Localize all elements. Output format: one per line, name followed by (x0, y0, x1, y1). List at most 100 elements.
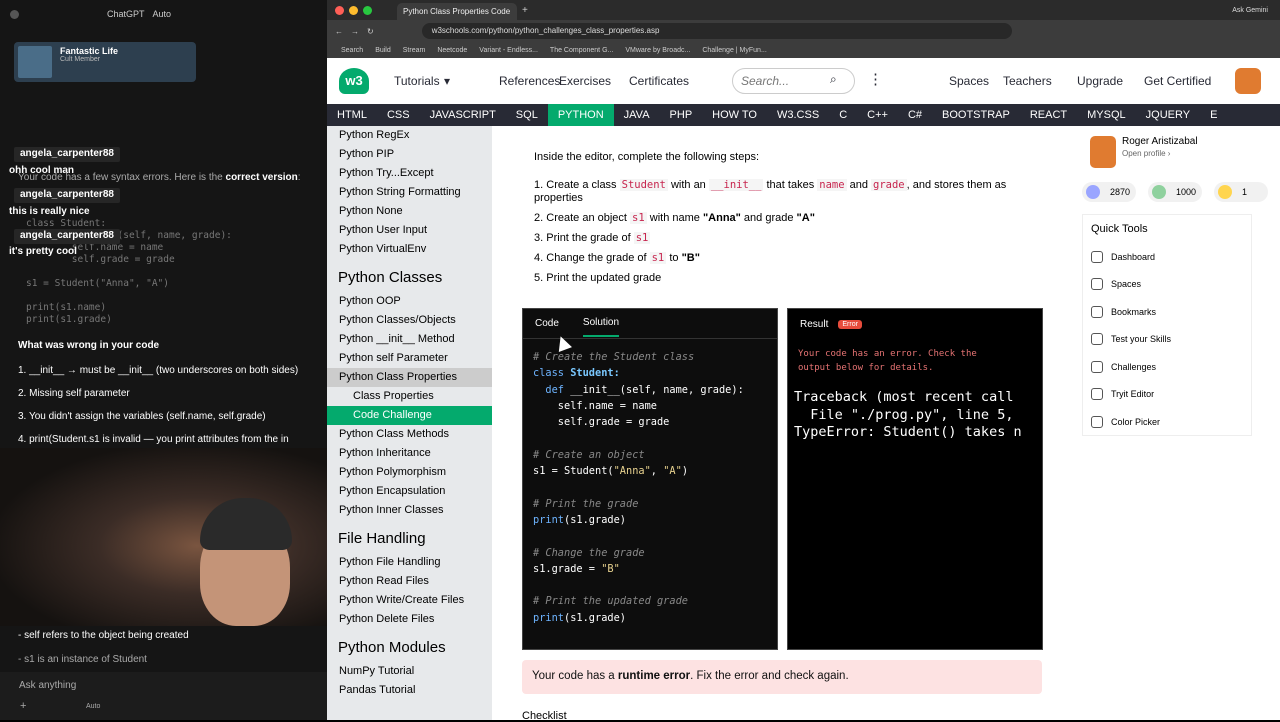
nav-exercises[interactable]: Exercises (559, 74, 611, 88)
bookmark[interactable]: VMware by Broadc... (625, 47, 690, 54)
sidebar-item[interactable]: Python Class Methods (327, 425, 492, 444)
open-profile-link[interactable]: Open profile › (1122, 149, 1198, 158)
more-icon[interactable]: ⋮ (868, 70, 883, 88)
quick-tool-test-skills[interactable]: Test your Skills (1091, 326, 1243, 354)
topnav-item[interactable]: C (829, 104, 857, 126)
topnav-item[interactable]: E (1200, 104, 1227, 126)
bookmark[interactable]: Challenge | MyFun... (702, 47, 766, 54)
sidebar-item[interactable]: Python Read Files (327, 572, 492, 591)
music-widget[interactable]: Fantastic Life Cult Member (14, 42, 196, 82)
close-window-button[interactable] (335, 5, 344, 15)
xp-badge: 2870 (1082, 182, 1136, 202)
topnav-item[interactable]: C++ (857, 104, 898, 126)
w3schools-logo[interactable]: w3 (339, 68, 369, 94)
quick-tool-challenges[interactable]: Challenges (1091, 353, 1243, 381)
bookmark[interactable]: Build (375, 47, 391, 54)
topnav-item[interactable]: BOOTSTRAP (932, 104, 1020, 126)
main-content: Inside the editor, complete the followin… (522, 126, 1043, 722)
window-dot[interactable] (10, 9, 19, 19)
topnav-item[interactable]: C# (898, 104, 932, 126)
sidebar-item[interactable]: Python RegEx (327, 126, 492, 145)
sidebar-item[interactable]: Python OOP (327, 292, 492, 311)
sidebar-item[interactable]: Python Inner Classes (327, 501, 492, 520)
sidebar-item[interactable]: Python Try...Except (327, 164, 492, 183)
sidebar-item[interactable]: Python String Formatting (327, 183, 492, 202)
quick-tool-bookmarks[interactable]: Bookmarks (1091, 298, 1243, 326)
sidebar-item[interactable]: Python Classes/Objects (327, 311, 492, 330)
right-column: Roger Aristizabal Open profile › 2870 10… (1082, 126, 1280, 720)
code-editor[interactable]: # Create the Student class class Student… (533, 349, 744, 626)
sidebar-item-expanded[interactable]: Python Class Properties (327, 368, 492, 387)
sidebar-item[interactable]: Python PIP (327, 145, 492, 164)
plus-icon[interactable]: + (20, 700, 26, 712)
forward-icon[interactable]: → (351, 27, 359, 36)
trophy-icon (1091, 360, 1103, 373)
topnav-item[interactable]: CSS (377, 104, 420, 126)
quick-tool-dashboard[interactable]: Dashboard (1091, 243, 1243, 271)
bookmark[interactable]: Neetcode (437, 47, 467, 54)
back-icon[interactable]: ← (335, 27, 343, 36)
bookmark[interactable]: Variant - Endless... (479, 47, 538, 54)
topnav-item[interactable]: HTML (327, 104, 377, 126)
search-icon[interactable]: ⌕ (830, 72, 837, 87)
new-tab-icon[interactable]: + (522, 5, 528, 16)
ask-input[interactable]: Ask anything (19, 680, 76, 691)
topnav-item[interactable]: JAVASCRIPT (420, 104, 506, 126)
reload-icon[interactable]: ↻ (367, 27, 374, 36)
ask-gemini-button[interactable]: Ask Gemini (1232, 7, 1268, 14)
address-bar[interactable]: w3schools.com/python/python_challenges_c… (421, 23, 1012, 39)
topnav-item[interactable]: REACT (1020, 104, 1077, 126)
sidebar-subitem[interactable]: Class Properties (327, 387, 492, 406)
nav-spaces[interactable]: Spaces (949, 74, 989, 88)
sidebar-item[interactable]: Python self Parameter (327, 349, 492, 368)
topnav-item[interactable]: JQUERY (1136, 104, 1200, 126)
tab-result[interactable]: Result (800, 319, 828, 330)
nav-teachers[interactable]: Teachers (1003, 74, 1052, 88)
topnav-item[interactable]: SQL (506, 104, 548, 126)
topnav-item[interactable]: MYSQL (1077, 104, 1136, 126)
sidebar-item[interactable]: Python None (327, 202, 492, 221)
nav-certificates[interactable]: Certificates (629, 74, 689, 88)
sidebar-item[interactable]: Python Inheritance (327, 444, 492, 463)
sidebar-item[interactable]: Python Delete Files (327, 610, 492, 629)
topnav-item[interactable]: W3.CSS (767, 104, 829, 126)
profile-card[interactable]: Roger Aristizabal Open profile › (1090, 136, 1198, 168)
maximize-window-button[interactable] (363, 5, 372, 15)
nav-references[interactable]: References (499, 74, 560, 88)
topnav-item-active[interactable]: PYTHON (547, 104, 614, 126)
sidebar-item[interactable]: Python Write/Create Files (327, 591, 492, 610)
browser-tab[interactable]: Python Class Properties Code (397, 3, 517, 20)
tab-code[interactable]: Code (535, 318, 559, 329)
nav-get-certified[interactable]: Get Certified (1144, 74, 1211, 88)
sidebar-subitem-active[interactable]: Code Challenge (327, 406, 492, 425)
sidebar-item[interactable]: Python __init__ Method (327, 330, 492, 349)
sidebar-item[interactable]: Python Encapsulation (327, 482, 492, 501)
sidebar-item[interactable]: Python User Input (327, 221, 492, 240)
coin-icon (1152, 185, 1166, 199)
topnav-item[interactable]: HOW TO (702, 104, 767, 126)
user-avatar[interactable] (1235, 68, 1261, 94)
ask-box[interactable]: Ask anything + Auto (0, 672, 328, 720)
app-mode[interactable]: Auto (153, 9, 172, 19)
quick-tools-title: Quick Tools (1091, 223, 1148, 235)
sidebar-item[interactable]: Python VirtualEnv (327, 240, 492, 259)
topnav-item[interactable]: JAVA (614, 104, 660, 126)
sidebar-item[interactable]: Python Polymorphism (327, 463, 492, 482)
mode-selector[interactable]: Auto (86, 703, 100, 710)
quick-tool-tryit[interactable]: Tryit Editor (1091, 381, 1243, 409)
nav-tutorials[interactable]: Tutorials (394, 74, 440, 88)
quick-tool-spaces[interactable]: Spaces (1091, 271, 1243, 299)
nav-upgrade[interactable]: Upgrade (1077, 74, 1123, 88)
bookmark[interactable]: Stream (403, 47, 426, 54)
topnav-item[interactable]: PHP (660, 104, 703, 126)
bookmark[interactable]: Search (341, 47, 363, 54)
sidebar-item[interactable]: Python File Handling (327, 553, 492, 572)
quick-tool-color-picker[interactable]: Color Picker (1091, 408, 1243, 436)
minimize-window-button[interactable] (349, 5, 358, 15)
sidebar-item[interactable]: NumPy Tutorial (327, 662, 492, 681)
sidebar-item[interactable]: Pandas Tutorial (327, 681, 492, 700)
bookmark[interactable]: The Component G... (550, 47, 613, 54)
editor-tabs: Code Solution (523, 309, 777, 339)
tab-solution[interactable]: Solution (582, 317, 620, 337)
sidebar-section-title: Python Classes (338, 269, 443, 286)
